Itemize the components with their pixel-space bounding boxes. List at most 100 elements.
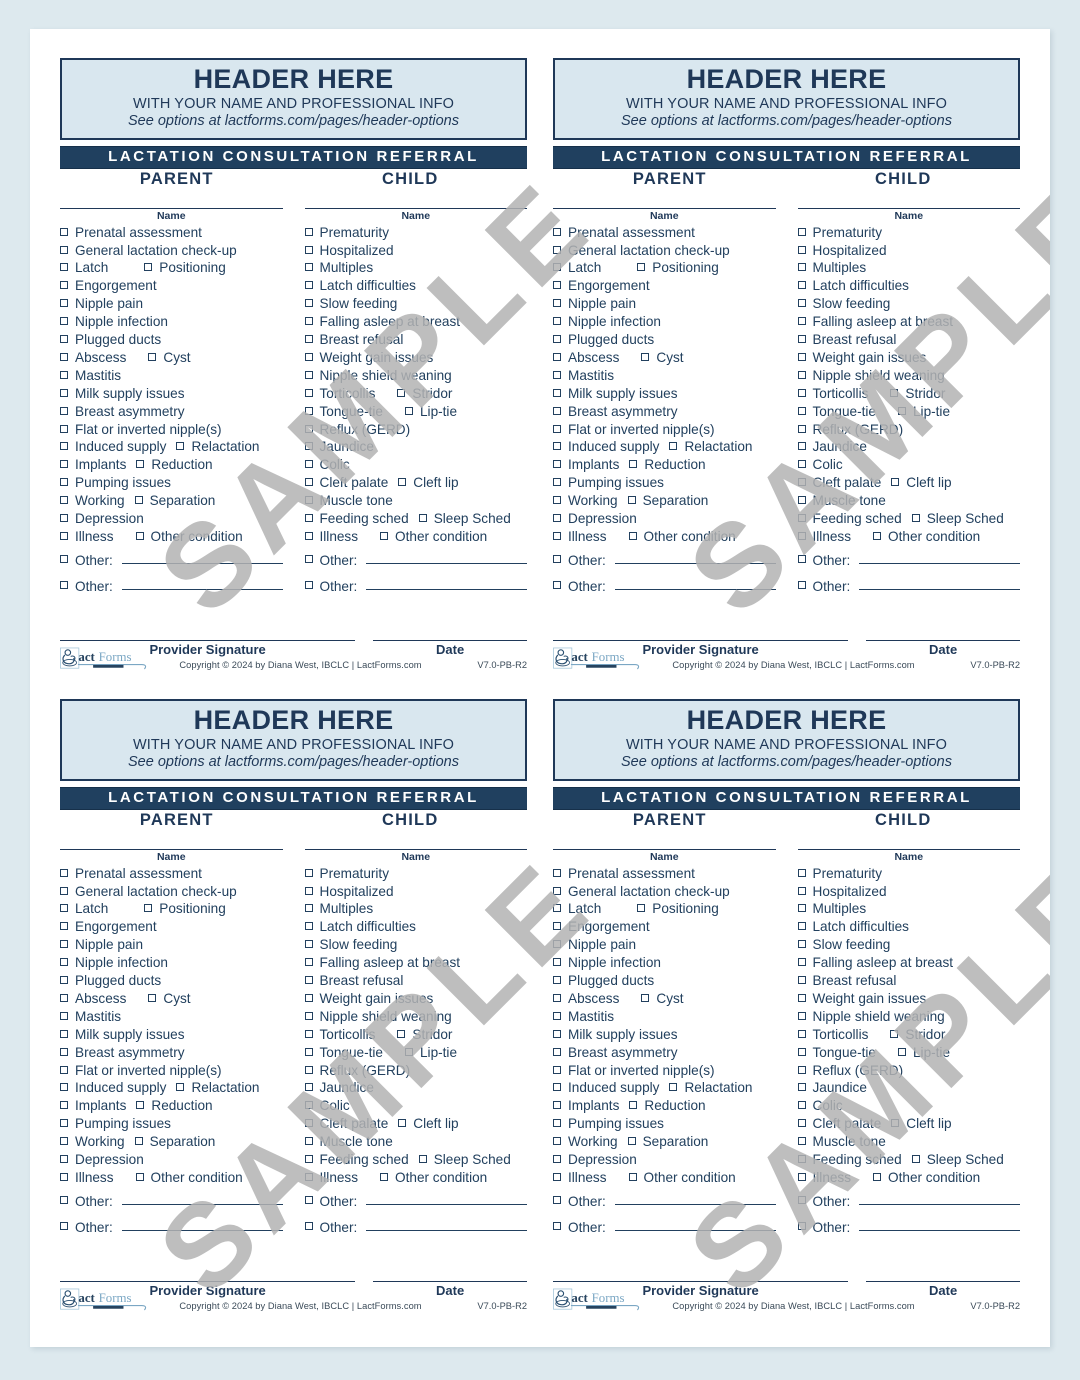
checkbox-icon[interactable] [134, 496, 143, 505]
checkbox-icon[interactable] [60, 496, 68, 505]
checkbox-icon[interactable] [797, 227, 806, 236]
checkbox-icon[interactable] [60, 424, 68, 433]
checkbox-icon[interactable] [60, 1083, 68, 1092]
checkbox-icon[interactable] [797, 1047, 806, 1056]
checklist-item[interactable]: Flat or inverted nipple(s) [60, 1062, 283, 1080]
checkbox-icon[interactable] [60, 886, 68, 895]
checkbox-icon[interactable] [380, 1173, 389, 1182]
checklist-item[interactable]: Nipple pain [553, 295, 776, 313]
other-write-in-line[interactable] [366, 1203, 527, 1206]
checkbox-icon[interactable] [60, 317, 68, 326]
checkbox-icon[interactable] [553, 406, 561, 415]
checkbox-icon[interactable] [553, 940, 561, 949]
checkbox-icon[interactable] [136, 460, 145, 469]
checklist-item[interactable]: Breast refusal [797, 331, 1021, 349]
checkbox-icon[interactable] [304, 1011, 313, 1020]
checklist-item[interactable]: Depression [553, 510, 776, 528]
checklist-item[interactable]: Engorgement [60, 277, 283, 295]
checklist-item[interactable]: Flat or inverted nipple(s) [553, 1062, 776, 1080]
checklist-item[interactable]: Latch Positioning [553, 900, 776, 918]
other-write-in-line[interactable] [121, 562, 283, 565]
checkbox-icon[interactable] [797, 1029, 806, 1038]
checklist-item[interactable]: Illness Other condition [60, 1169, 283, 1187]
checkbox-icon[interactable] [553, 1173, 561, 1182]
checkbox-icon[interactable] [135, 1173, 144, 1182]
checkbox-icon[interactable] [304, 370, 313, 379]
checkbox-icon[interactable] [304, 1065, 313, 1074]
checkbox-icon[interactable] [304, 1137, 313, 1146]
checkbox-icon[interactable] [669, 442, 678, 451]
checkbox-icon[interactable] [641, 352, 650, 361]
checklist-item[interactable]: Prenatal assessment [553, 865, 776, 883]
checklist-item[interactable]: Cleft palate Cleft lip [797, 1115, 1021, 1133]
checkbox-icon[interactable] [553, 388, 561, 397]
checkbox-icon[interactable] [304, 993, 313, 1002]
checklist-item[interactable]: Latch difficulties [797, 277, 1021, 295]
checklist-item[interactable]: Induced supply Relactation [60, 438, 283, 456]
checklist-item[interactable]: Feeding sched Sleep Sched [304, 1151, 528, 1169]
checkbox-icon[interactable] [553, 335, 561, 344]
checklist-item[interactable]: Cleft palate Cleft lip [797, 474, 1021, 492]
checklist-item[interactable]: Illness Other condition [304, 1169, 528, 1187]
checkbox-icon[interactable] [897, 406, 906, 415]
checkbox-icon[interactable] [891, 478, 900, 487]
child-name-line[interactable] [304, 849, 527, 851]
checklist-item[interactable]: Prematurity [304, 865, 528, 883]
checkbox-icon[interactable] [890, 388, 899, 397]
checklist-item[interactable]: Jaundice [797, 438, 1021, 456]
checkbox-icon[interactable] [60, 904, 68, 913]
checkbox-icon[interactable] [304, 388, 313, 397]
checkbox-icon[interactable] [148, 352, 157, 361]
checkbox-icon[interactable] [304, 1196, 313, 1205]
checkbox-icon[interactable] [797, 1155, 806, 1164]
checkbox-icon[interactable] [797, 496, 806, 505]
checklist-item[interactable]: Reflux (GERD) [797, 1062, 1021, 1080]
checklist-item[interactable]: Falling asleep at breast [304, 313, 528, 331]
checklist-item[interactable]: Abscess Cyst [60, 349, 283, 367]
checkbox-icon[interactable] [627, 1137, 636, 1146]
checklist-item[interactable]: Working Separation [553, 1133, 776, 1151]
checklist-item[interactable]: Latch Positioning [60, 900, 283, 918]
checklist-item[interactable]: Implants Reduction [553, 1097, 776, 1115]
checkbox-icon[interactable] [797, 904, 806, 913]
other-write-in-line[interactable] [859, 588, 1020, 591]
checklist-item[interactable]: Illness Other condition [553, 1169, 776, 1187]
checkbox-icon[interactable] [304, 581, 313, 590]
checklist-item[interactable]: Nipple shield weaning [797, 367, 1021, 385]
checkbox-icon[interactable] [380, 532, 389, 541]
checkbox-icon[interactable] [891, 1119, 900, 1128]
checkbox-icon[interactable] [60, 1196, 68, 1205]
checkbox-icon[interactable] [797, 581, 806, 590]
checkbox-icon[interactable] [797, 555, 806, 564]
checklist-item[interactable]: Nipple infection [553, 313, 776, 331]
checkbox-icon[interactable] [304, 496, 313, 505]
checkbox-icon[interactable] [60, 555, 68, 564]
checkbox-icon[interactable] [797, 263, 806, 272]
checklist-item[interactable]: Nipple shield weaning [797, 1008, 1021, 1026]
checkbox-icon[interactable] [553, 1137, 561, 1146]
checkbox-icon[interactable] [304, 1029, 313, 1038]
checkbox-icon[interactable] [553, 1029, 561, 1038]
checklist-item[interactable]: Jaundice [304, 1079, 528, 1097]
checkbox-icon[interactable] [797, 940, 806, 949]
checklist-item[interactable]: Nipple shield weaning [304, 1008, 528, 1026]
checkbox-icon[interactable] [60, 1173, 68, 1182]
checklist-item[interactable]: Colic [304, 1097, 528, 1115]
checkbox-icon[interactable] [553, 1065, 561, 1074]
checkbox-icon[interactable] [897, 1047, 906, 1056]
checklist-item[interactable]: Nipple pain [60, 936, 283, 954]
checkbox-icon[interactable] [553, 904, 561, 913]
checklist-item[interactable]: Falling asleep at breast [797, 954, 1021, 972]
checkbox-icon[interactable] [304, 976, 313, 985]
checkbox-icon[interactable] [637, 263, 646, 272]
checklist-item[interactable]: Falling asleep at breast [797, 313, 1021, 331]
checklist-item[interactable]: Induced supply Relactation [553, 1079, 776, 1097]
checklist-item[interactable]: Feeding sched Sleep Sched [797, 1151, 1021, 1169]
checkbox-icon[interactable] [553, 299, 561, 308]
checklist-item[interactable]: Pumping issues [553, 1115, 776, 1133]
checkbox-icon[interactable] [136, 1101, 145, 1110]
checkbox-icon[interactable] [797, 317, 806, 326]
checklist-item[interactable]: Prematurity [304, 224, 528, 242]
checkbox-icon[interactable] [60, 370, 68, 379]
checklist-item[interactable]: Mastitis [553, 1008, 776, 1026]
